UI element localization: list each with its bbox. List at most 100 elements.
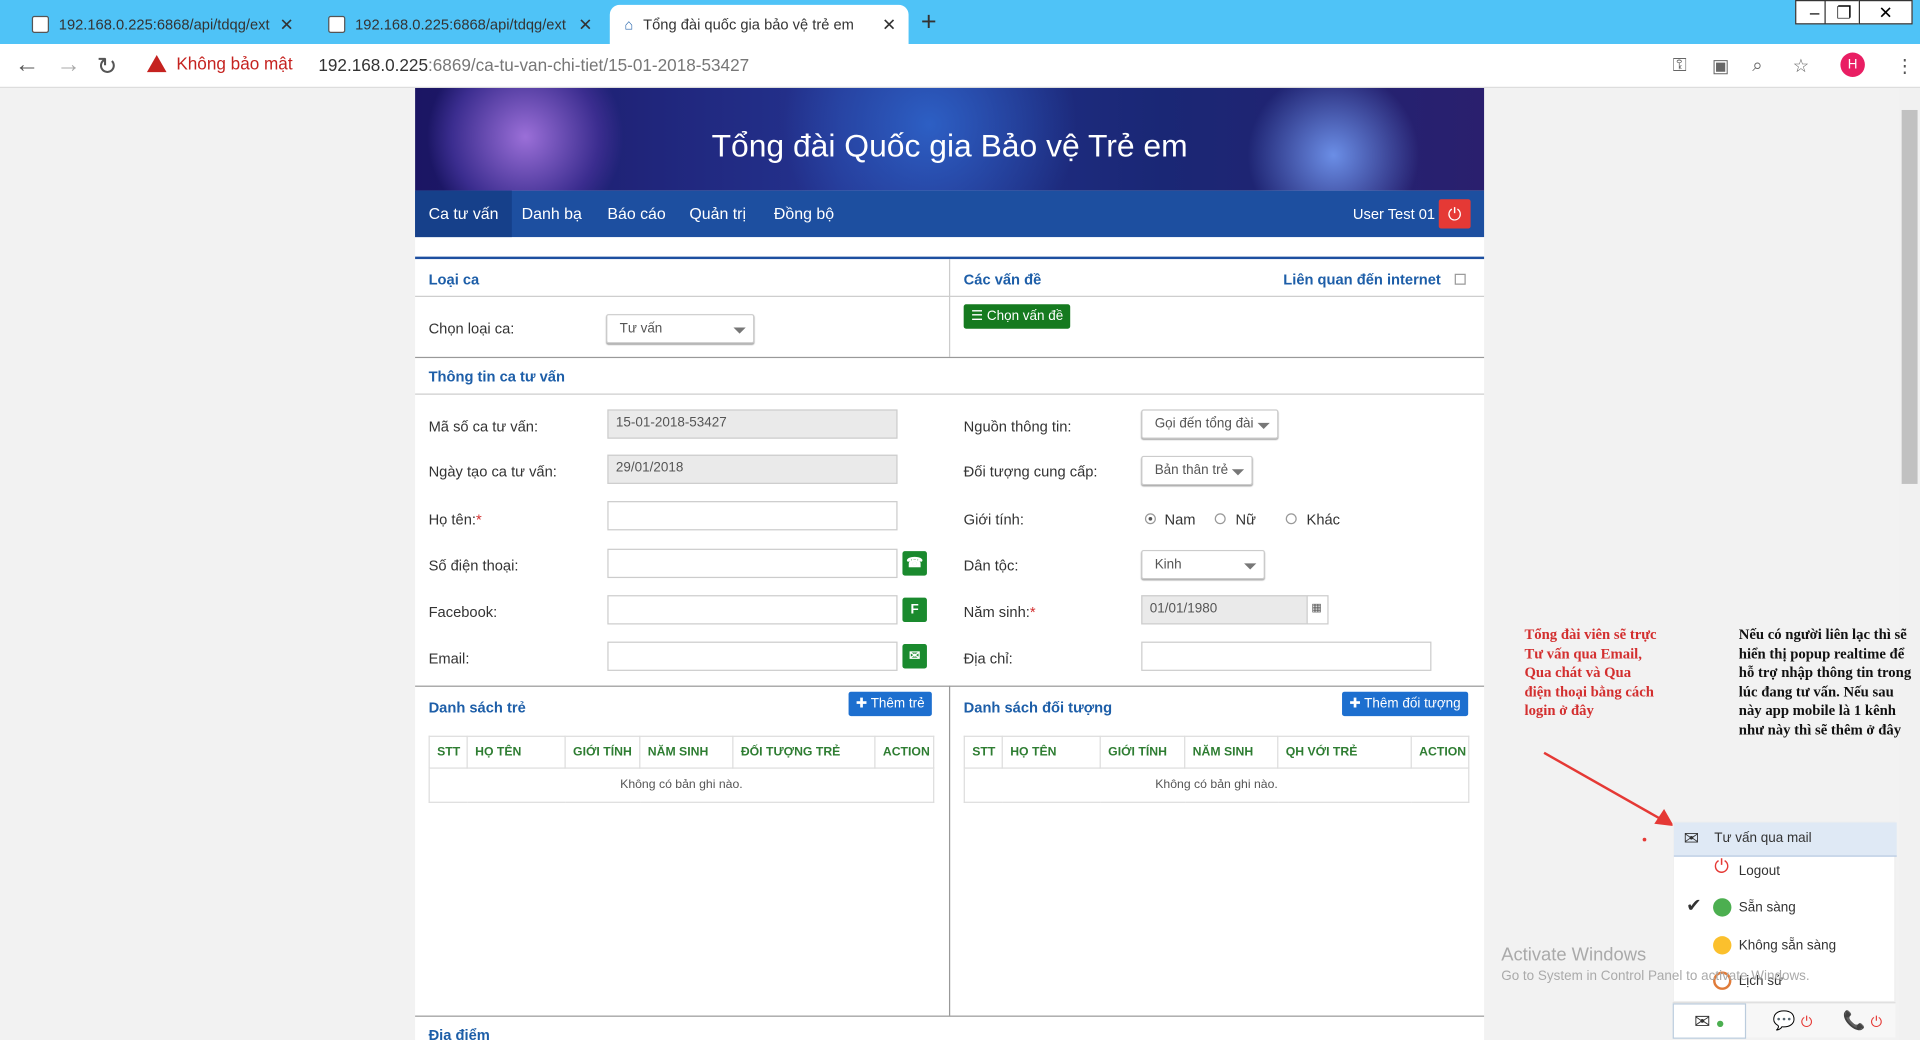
close-tab-icon[interactable]: ✕: [280, 14, 294, 35]
profile-avatar[interactable]: H: [1840, 52, 1865, 77]
user-name[interactable]: User Test 01: [1353, 191, 1435, 237]
mail-icon: ✉: [1694, 1011, 1711, 1033]
ho-ten-input[interactable]: [607, 501, 898, 531]
dia-chi-input[interactable]: [1141, 641, 1432, 671]
them-tre-button[interactable]: ✚ Thêm trẻ: [848, 691, 932, 717]
browser-tab-active[interactable]: ⌂ Tổng đài quốc gia bảo vệ trẻ em ✕: [609, 4, 909, 44]
close-tab-icon[interactable]: ✕: [578, 14, 592, 35]
windows-watermark-subtitle: Go to System in Control Panel to activat…: [1501, 969, 1810, 984]
nav-danh-ba[interactable]: Danh bạ: [508, 191, 595, 237]
reload-icon[interactable]: ↻: [97, 51, 118, 82]
browser-tab-bar: 192.168.0.225:6868/api/tdqg/ext ✕ 192.16…: [0, 0, 1920, 44]
scrollbar-thumb[interactable]: [1901, 109, 1918, 484]
facebook-input[interactable]: [607, 595, 898, 625]
radio-nam[interactable]: [1144, 513, 1156, 525]
empty-message: Không có bản ghi nào.: [963, 767, 1470, 803]
new-tab-button[interactable]: +: [921, 6, 937, 38]
nav-ca-tu-van[interactable]: Ca tư vấn: [415, 190, 512, 238]
col-header: NĂM SINH: [639, 735, 734, 769]
calendar-icon[interactable]: ▦: [1306, 595, 1329, 625]
url-host: 192.168.0.225: [318, 54, 428, 75]
col-header: NĂM SINH: [1184, 735, 1279, 769]
mail-icon: ✉: [1683, 828, 1700, 850]
address-bar: ← → ↻ Không bảo mật 192.168.0.225:6869/c…: [0, 43, 1920, 88]
mail-channel[interactable]: ✉ ●: [1672, 1003, 1747, 1039]
col-header: HỌ TÊN: [1001, 735, 1101, 769]
home-icon: ⌂: [624, 15, 634, 33]
nav-dong-bo[interactable]: Đồng bộ: [760, 191, 847, 237]
loai-ca-heading: Loại ca: [428, 271, 480, 289]
email-input[interactable]: [607, 641, 898, 671]
internet-checkbox[interactable]: [1454, 273, 1466, 285]
internet-checkbox-label: Liên quan đến internet: [1283, 271, 1441, 289]
list-icon: ☰: [971, 309, 984, 324]
tab-title: 192.168.0.225:6868/api/tdqg/ext: [58, 15, 270, 33]
ma-so-label: Mã số ca tư vấn:: [428, 417, 539, 436]
email-icon[interactable]: ✉: [902, 644, 927, 669]
url-field[interactable]: 192.168.0.225:6869/ca-tu-van-chi-tiet/15…: [318, 55, 749, 75]
nguon-select[interactable]: Gọi đến tổng đài: [1141, 409, 1279, 439]
nav-quan-tri[interactable]: Quản trị: [676, 191, 760, 237]
close-tab-icon[interactable]: ✕: [882, 14, 896, 35]
popup-header-label: Tư vấn qua mail: [1714, 831, 1812, 846]
dia-diem-heading: Địa điểm: [428, 1026, 490, 1040]
doi-tuong-select[interactable]: Bản thân trẻ: [1141, 455, 1253, 486]
back-icon[interactable]: ←: [15, 51, 39, 79]
forward-icon[interactable]: →: [56, 51, 80, 79]
phone-channel[interactable]: 📞 ⏻: [1829, 1003, 1895, 1038]
nam-sinh-label: Năm sinh:*: [963, 603, 1036, 621]
security-warning[interactable]: Không bảo mật: [146, 54, 293, 73]
browser-tab[interactable]: 192.168.0.225:6868/api/tdqg/ext ✕: [17, 5, 306, 44]
ma-so-field: 15-01-2018-53427: [607, 409, 898, 439]
col-header: ACTION: [1410, 735, 1470, 769]
chat-channel[interactable]: 💬 ⏻: [1756, 1003, 1829, 1038]
menu-item-not-ready[interactable]: Không sẵn sàng: [1674, 929, 1897, 963]
page-icon: [328, 15, 346, 33]
chon-van-de-button[interactable]: ☰ Chọn vấn đề: [963, 304, 1071, 329]
ds-tre-table: STT HỌ TÊN GIỚI TÍNH NĂM SINH ĐỐI TƯỢNG …: [428, 735, 935, 803]
arrow-annotation: [1543, 751, 1674, 842]
divider: [948, 259, 951, 357]
channel-bar: ✉ ● 💬 ⏻ 📞 ⏻: [1672, 1002, 1896, 1039]
dan-toc-label: Dân tộc:: [963, 557, 1019, 575]
facebook-icon[interactable]: F: [902, 597, 927, 623]
menu-icon[interactable]: ⋮: [1896, 55, 1914, 77]
zoom-icon[interactable]: ⌕: [1752, 55, 1762, 76]
browser-tab[interactable]: 192.168.0.225:6868/api/tdqg/ext ✕: [313, 5, 604, 44]
ho-ten-label: Họ tên:*: [428, 510, 482, 528]
key-icon[interactable]: ⚿: [1673, 55, 1687, 76]
logout-power-icon[interactable]: ⏻: [1438, 199, 1471, 229]
loai-ca-select[interactable]: Tư vấn: [606, 314, 755, 344]
popup-header[interactable]: ✉ Tư vấn qua mail: [1673, 822, 1897, 857]
ngay-tao-field: 29/01/2018: [607, 454, 898, 484]
radio-nu-label: Nữ: [1235, 510, 1256, 528]
power-icon: ⏻: [1870, 1013, 1883, 1031]
translate-icon[interactable]: ▣: [1712, 55, 1729, 77]
sdt-input[interactable]: [607, 548, 898, 579]
chon-loai-ca-label: Chọn loại ca:: [428, 320, 515, 338]
menu-item-ready[interactable]: ✔ Sẵn sàng: [1674, 891, 1897, 925]
them-tre-label: Thêm trẻ: [870, 696, 925, 712]
doi-tuong-value: Bản thân trẻ: [1154, 463, 1229, 478]
radio-khac[interactable]: [1285, 513, 1297, 525]
nam-sinh-field[interactable]: 01/01/1980: [1141, 595, 1309, 625]
required-mark: *: [1029, 603, 1036, 621]
table-header-row: STT HỌ TÊN GIỚI TÍNH NĂM SINH ĐỐI TƯỢNG …: [428, 735, 935, 769]
cac-van-de-heading: Các vấn đề: [963, 271, 1042, 289]
phone-icon[interactable]: ☎: [902, 551, 927, 576]
page-icon: [31, 15, 49, 33]
dan-toc-select[interactable]: Kinh: [1141, 549, 1265, 580]
nav-bao-cao[interactable]: Báo cáo: [594, 191, 679, 237]
col-header: HỌ TÊN: [466, 735, 566, 769]
tab-title: Tổng đài quốc gia bảo vệ trẻ em: [643, 15, 854, 33]
col-header: ACTION: [874, 735, 935, 769]
them-doi-tuong-button[interactable]: ✚ Thêm đối tượng: [1342, 691, 1468, 717]
main-navbar: Ca tư vấn Danh bạ Báo cáo Quản trị Đồng …: [415, 190, 1485, 238]
radio-nu[interactable]: [1214, 513, 1226, 525]
close-window-button[interactable]: ✕: [1858, 0, 1913, 25]
chevron-down-icon: [1257, 422, 1270, 429]
star-icon[interactable]: ☆: [1793, 55, 1809, 77]
menu-item-logout[interactable]: ⏻ Logout: [1674, 854, 1897, 888]
chevron-down-icon: [733, 327, 746, 334]
facebook-label: Facebook:: [428, 603, 498, 621]
